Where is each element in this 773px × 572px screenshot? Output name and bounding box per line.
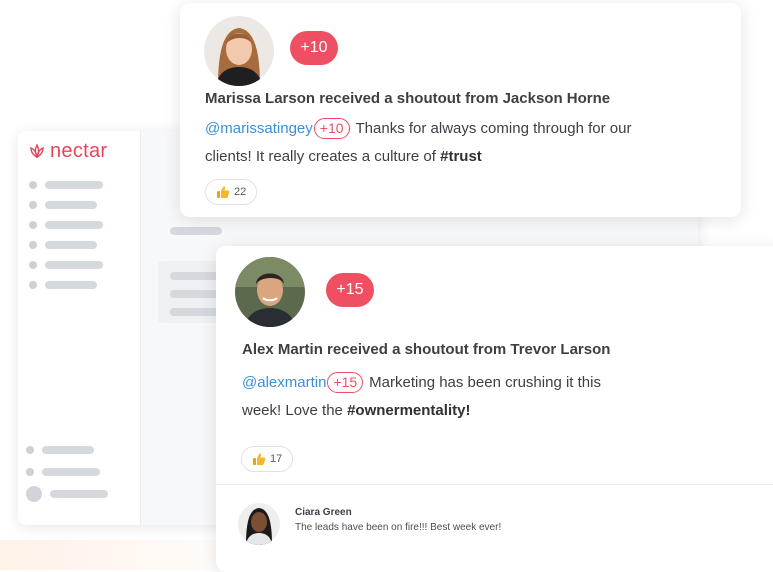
person-avatar-icon [204,16,274,86]
nav-bullet-icon [29,261,37,269]
nav-label-placeholder [45,241,97,249]
nav-label-placeholder [45,261,103,269]
sidebar-footer [26,439,108,505]
person-avatar-icon [238,503,280,545]
points-badge: +15 [326,273,374,307]
comment-text: The leads have been on fire!!! Best week… [295,522,502,533]
nav-label-placeholder [42,446,94,454]
sidebar-item[interactable] [29,215,103,235]
points-badge: +10 [290,31,338,65]
inline-points-tag: +15 [327,372,364,393]
nectar-logo[interactable]: nectar [28,141,107,161]
nav-label-placeholder [45,221,103,229]
comment-divider [216,484,773,485]
nav-bullet-icon [29,241,37,249]
sidebar-item[interactable] [29,175,103,195]
sidebar-item[interactable] [29,255,103,275]
nav-label-placeholder [45,181,103,189]
user-mention-link[interactable]: @marissatingey [205,120,313,137]
reaction-button[interactable]: 22 [205,179,258,205]
shoutout-card: +15 Alex Martin received a shoutout from… [216,246,773,572]
nav-bullet-icon [26,446,34,454]
sidebar: nectar [18,131,141,525]
content-placeholder-line [170,227,222,235]
nav-bullet-icon [29,221,37,229]
lotus-logo-icon [30,144,44,158]
sidebar-nav [29,175,103,295]
sidebar-footer-item[interactable] [26,461,108,483]
nav-label-placeholder [42,468,100,476]
comment-author[interactable]: Ciara Green [295,507,352,518]
reaction-count: 22 [234,186,247,198]
sidebar-item[interactable] [29,275,103,295]
sidebar-item[interactable] [29,195,103,215]
nav-label-placeholder [50,490,108,498]
commenter-avatar[interactable] [238,503,280,545]
inline-points-tag: +10 [313,118,350,139]
nav-bullet-icon [29,201,37,209]
hashtag-link[interactable]: #trust [440,148,482,165]
reaction-button[interactable]: 17 [241,446,294,472]
reaction-count: 17 [270,453,283,465]
shoutout-message: @marissatingey +10 Thanks for always comin… [205,115,675,171]
nav-bullet-icon [29,181,37,189]
thumbs-up-icon [253,453,266,465]
shoutout-title: Marissa Larson received a shoutout from … [205,90,611,107]
nav-bullet-icon [26,468,34,476]
recipient-avatar[interactable] [204,16,274,86]
thumbs-up-icon [217,186,230,198]
logo-text: nectar [50,140,108,162]
message-text-end: ! [465,402,471,419]
hashtag-link[interactable]: #ownermentality [347,402,465,419]
nav-label-placeholder [45,201,97,209]
shoutout-card: +10 Marissa Larson received a shoutout f… [180,3,741,217]
shoutout-message: @alexmartin +15 Marketing has been crushin… [242,369,642,425]
shoutout-title: Alex Martin received a shoutout from Tre… [242,341,611,358]
profile-avatar [26,486,42,502]
user-mention-link[interactable]: @alexmartin [242,374,326,391]
nav-bullet-icon [29,281,37,289]
sidebar-item[interactable] [29,235,103,255]
nav-label-placeholder [45,281,97,289]
sidebar-footer-item[interactable] [26,439,108,461]
person-avatar-icon [235,257,305,327]
profile-menu[interactable] [26,483,108,505]
recipient-avatar[interactable] [235,257,305,327]
